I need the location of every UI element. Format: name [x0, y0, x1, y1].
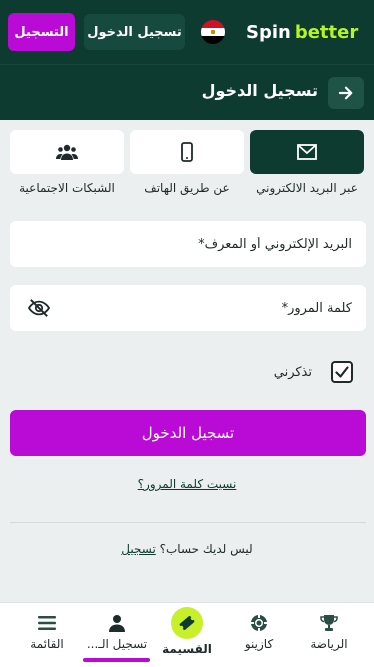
- nav-casino-label: كازينو: [244, 637, 274, 651]
- logo-better: better: [294, 21, 359, 43]
- tab-phone[interactable]: [130, 130, 244, 174]
- login-submit-button[interactable]: تسجيل الدخول: [10, 410, 366, 456]
- email-input[interactable]: [10, 221, 366, 267]
- nav-active-indicator: [83, 658, 150, 662]
- envelope-icon: [297, 144, 317, 160]
- casino-chip-icon: [251, 615, 267, 631]
- header-register-button[interactable]: التسجيل: [8, 13, 75, 51]
- no-account-line: ليس لديك حساب؟ تسجيل: [0, 542, 374, 556]
- arrow-right-icon: [338, 86, 353, 100]
- logo-spin: Spin: [246, 21, 291, 43]
- remember-label: تذكرني: [273, 365, 312, 380]
- email-field-wrapper: [10, 221, 366, 267]
- coupon-label: القسيمة: [162, 642, 212, 656]
- user-icon: [109, 615, 125, 632]
- password-field-wrapper: [10, 285, 366, 331]
- nav-casino[interactable]: كازينو: [222, 603, 296, 667]
- nav-menu-label: القائمة: [30, 637, 64, 651]
- ticket-icon: [179, 616, 195, 630]
- nav-sports-label: الرياضة: [310, 637, 348, 651]
- trophy-icon: [320, 615, 338, 631]
- register-link[interactable]: تسجيل: [121, 542, 156, 556]
- tab-social-label: الشبكات الاجتماعية: [19, 181, 115, 195]
- forgot-password-link[interactable]: نسيت كلمة المرور؟: [0, 477, 374, 491]
- tab-email[interactable]: [250, 130, 364, 174]
- divider: [10, 522, 366, 523]
- tab-email-label: عبر البريد الالكتروني: [256, 181, 358, 195]
- egypt-flag-icon[interactable]: [201, 20, 225, 44]
- remember-checkbox[interactable]: [331, 361, 353, 383]
- hamburger-menu-icon: [38, 616, 56, 630]
- spinbetter-logo[interactable]: Spin better: [246, 20, 358, 44]
- nav-sports[interactable]: الرياضة: [292, 603, 366, 667]
- tab-social[interactable]: [10, 130, 124, 174]
- tab-phone-label: عن طريق الهاتف: [144, 181, 230, 195]
- no-account-text: ليس لديك حساب؟: [159, 542, 253, 556]
- coupon-button[interactable]: [171, 607, 203, 639]
- top-header: Spin better تسجيل الدخول التسجيل: [0, 0, 374, 64]
- nav-menu[interactable]: القائمة: [10, 603, 84, 667]
- eye-slash-icon[interactable]: [28, 298, 50, 318]
- header-login-button[interactable]: تسجيل الدخول: [84, 14, 185, 50]
- page-title: تسجيل الدخول: [201, 81, 318, 100]
- nav-login-label: تسجيل الـ...: [86, 637, 148, 651]
- users-icon: [56, 144, 78, 160]
- checkmark-icon: [335, 366, 349, 378]
- back-button[interactable]: [328, 77, 364, 109]
- password-input[interactable]: [10, 285, 366, 331]
- phone-icon: [181, 142, 193, 162]
- page-title-bar: تسجيل الدخول: [0, 64, 374, 120]
